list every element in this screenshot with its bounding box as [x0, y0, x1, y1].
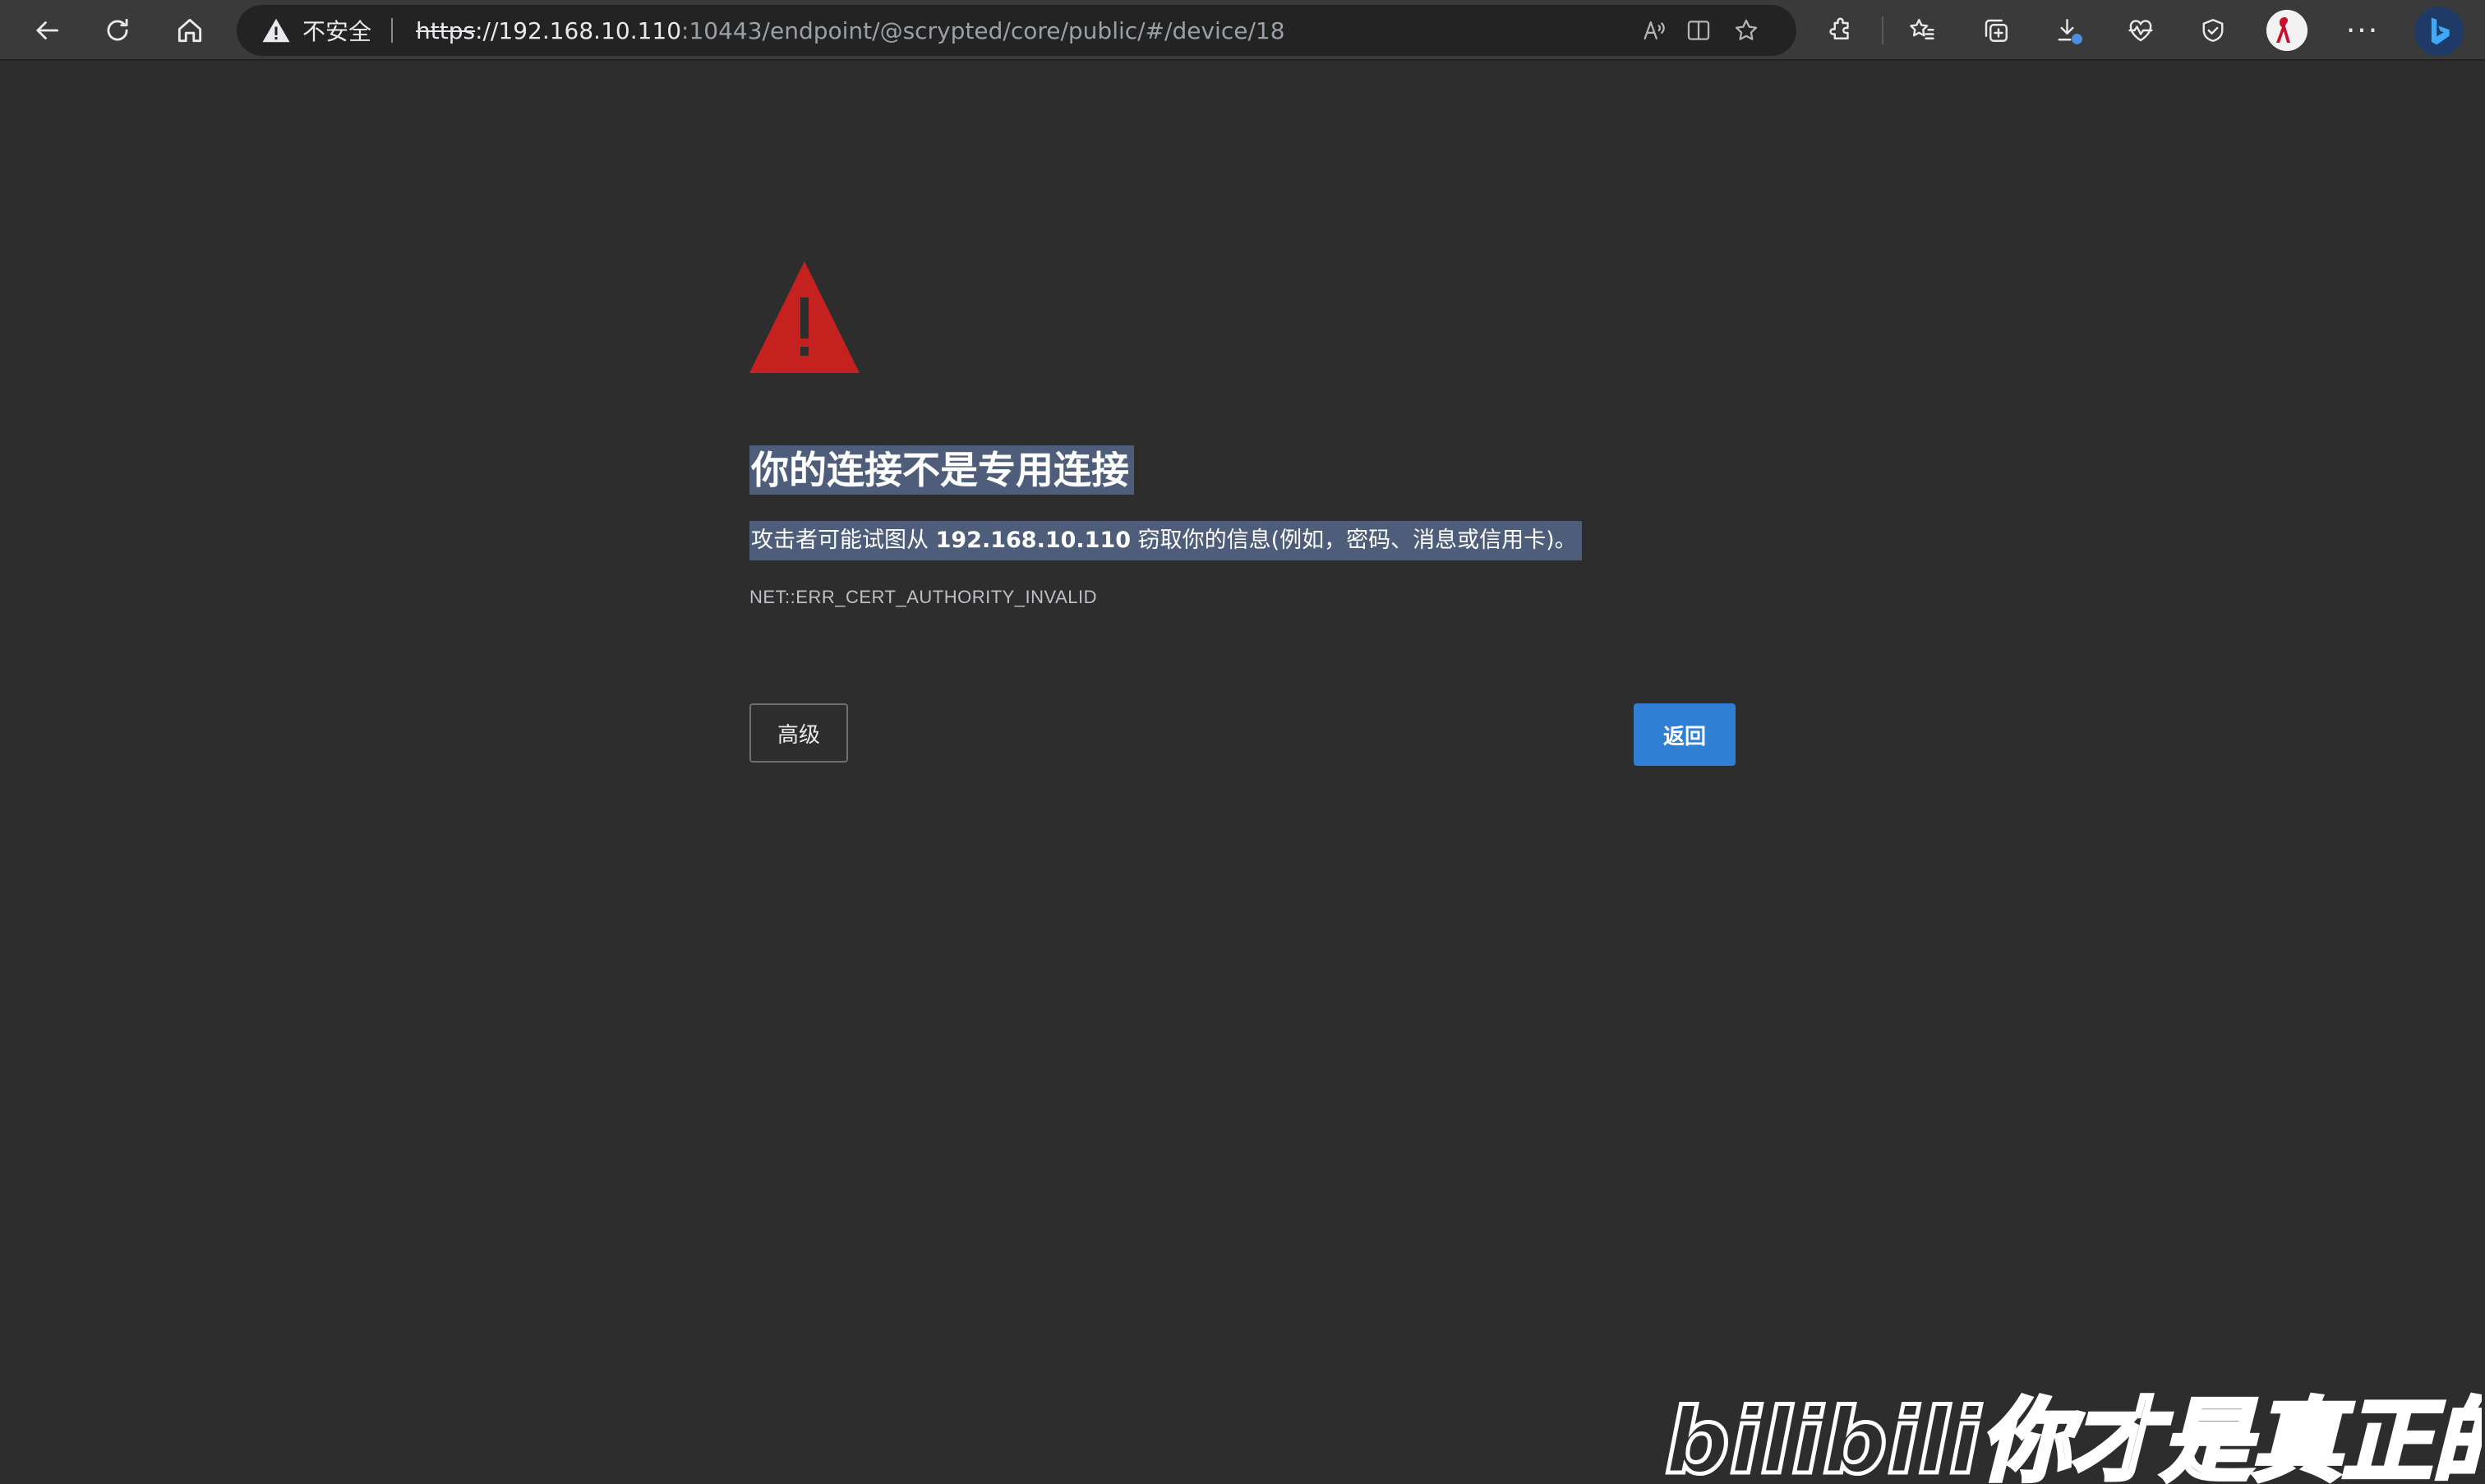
- page-title: 你的连接不是专用连接: [749, 445, 1134, 495]
- page-description: 攻击者可能试图从 192.168.10.110 窃取你的信息(例如，密码、消息或…: [749, 521, 1582, 560]
- read-aloud-button[interactable]: [1637, 13, 1671, 48]
- downloads-button[interactable]: [2049, 12, 2087, 49]
- favorite-button[interactable]: [1729, 13, 1763, 48]
- url-text[interactable]: https://192.168.10.110:10443/endpoint/@s…: [416, 5, 1285, 56]
- watermark-text: bilibili你才是真正的快乐: [1665, 1389, 2482, 1484]
- browser-window: 不安全 https://192.168.10.110:10443/endpoin…: [0, 0, 2485, 1484]
- more-menu-button[interactable]: ···: [2342, 10, 2383, 51]
- url-host: ://192.168.10.110: [475, 16, 682, 44]
- extensions-button[interactable]: [1823, 12, 1860, 49]
- toolbar-separator: [1882, 16, 1883, 44]
- error-code: NET::ERR_CERT_AUTHORITY_INVALID: [749, 587, 1097, 607]
- refresh-button[interactable]: [97, 10, 138, 51]
- browser-essentials-button[interactable]: [2194, 12, 2232, 49]
- favorites-button[interactable]: [1903, 12, 1941, 49]
- heartbeat-icon: [2128, 20, 2153, 42]
- warning-triangle-icon: [749, 261, 860, 373]
- profile-button[interactable]: [2266, 10, 2308, 51]
- download-icon: [2058, 19, 2082, 44]
- advanced-button[interactable]: 高级: [749, 703, 848, 763]
- back-to-safety-button[interactable]: 返回: [1634, 703, 1736, 766]
- star-icon: [1735, 19, 1758, 40]
- warning-triangle-icon: [262, 18, 290, 43]
- bilibili-watermark: bilibili你才是真正的快乐: [1663, 1380, 2485, 1484]
- browser-health-button[interactable]: [2122, 12, 2160, 49]
- address-separator: [391, 18, 393, 43]
- url-scheme: https: [416, 16, 476, 44]
- watermark-logo: bilibili你才是真正的快乐: [1663, 1387, 2485, 1484]
- split-screen-icon: [1687, 21, 1710, 40]
- home-button[interactable]: [169, 10, 210, 51]
- bing-icon: [2431, 17, 2450, 45]
- split-screen-button[interactable]: [1681, 13, 1716, 48]
- browser-toolbar: 不安全 https://192.168.10.110:10443/endpoin…: [0, 0, 2485, 61]
- url-path: :10443/endpoint/@scrypted/core/public/#/…: [681, 16, 1285, 44]
- address-bar[interactable]: 不安全 https://192.168.10.110:10443/endpoin…: [237, 5, 1796, 56]
- description-suffix: 窃取你的信息(例如，密码、消息或信用卡)。: [1131, 528, 1577, 553]
- bing-chat-button[interactable]: [2414, 7, 2464, 56]
- back-arrow-icon: [36, 21, 59, 39]
- collections-button[interactable]: [1977, 12, 2015, 49]
- site-security-indicator[interactable]: 不安全: [261, 5, 371, 56]
- puzzle-icon: [1829, 17, 1849, 39]
- security-label: 不安全: [302, 18, 372, 45]
- refresh-icon: [107, 18, 128, 41]
- home-icon: [178, 18, 202, 43]
- browser-essentials-icon: [2202, 19, 2224, 42]
- favorites-list-icon: [1910, 19, 1934, 39]
- back-button[interactable]: [26, 10, 67, 51]
- profile-avatar-icon: [2266, 10, 2308, 51]
- read-aloud-icon: [1644, 21, 1665, 40]
- description-prefix: 攻击者可能试图从: [751, 528, 936, 553]
- description-host: 192.168.10.110: [935, 528, 1132, 553]
- collections-icon: [1985, 19, 2008, 42]
